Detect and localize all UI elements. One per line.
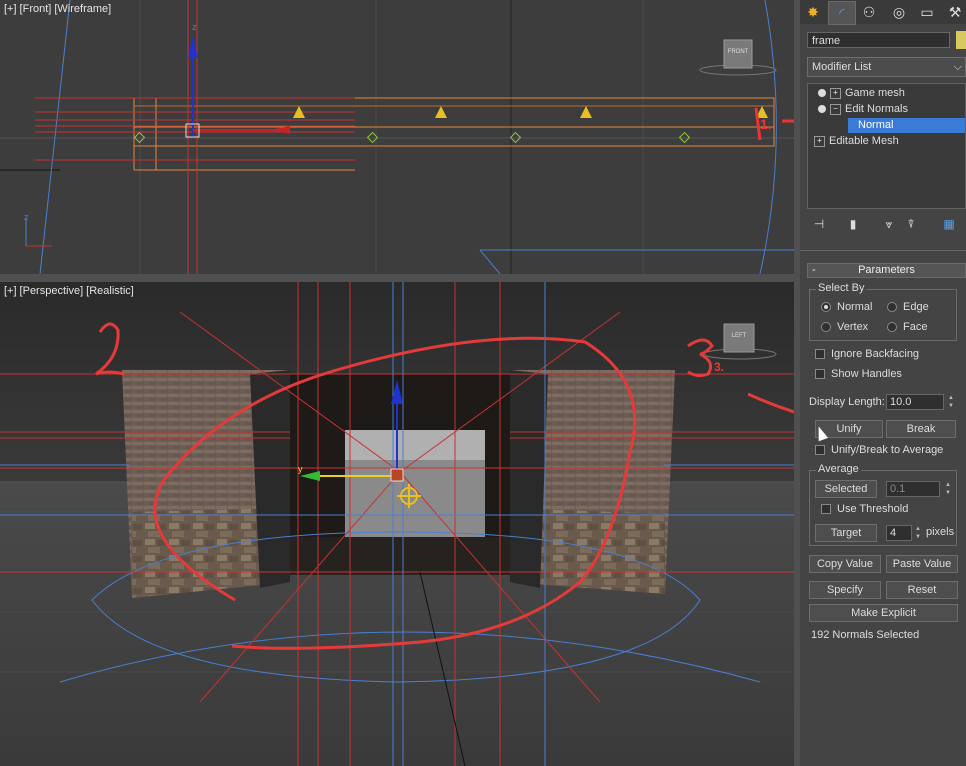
- perspective-viewport-label[interactable]: [+] [Perspective] [Realistic]: [4, 285, 137, 297]
- modifier-list-label: Modifier List: [812, 61, 872, 73]
- make-explicit-button[interactable]: Make Explicit: [809, 604, 958, 622]
- stack-toolbar: ⊣ ▮ ⩔ ⍒ ▦: [807, 214, 966, 236]
- normals-selected-status: 192 Normals Selected: [811, 629, 920, 641]
- average-title: Average: [816, 463, 861, 475]
- annotation-three: 3.: [714, 360, 725, 374]
- ignore-backfacing-label[interactable]: Ignore Backfacing: [831, 348, 919, 360]
- perspective-viewcube-label[interactable]: LEFT: [727, 333, 751, 339]
- display-length-label: Display Length:: [809, 396, 885, 408]
- utilities-tab-icon[interactable]: ⚒: [942, 1, 966, 23]
- viewport-shading-menu[interactable]: [Wireframe]: [54, 3, 111, 15]
- perspective-viewport[interactable]: y [+][Perspective][Realistic] LEFT 2 3.: [0, 282, 794, 766]
- viewport-view-menu[interactable]: [Perspective]: [20, 285, 84, 297]
- average-selected-button[interactable]: Selected: [815, 480, 877, 498]
- display-length-spinner[interactable]: 10.0: [886, 394, 944, 410]
- svg-text:z: z: [192, 22, 197, 32]
- reset-button[interactable]: Reset: [886, 581, 958, 599]
- show-handles-checkbox[interactable]: [815, 369, 825, 379]
- annotation-one: 1.: [760, 116, 772, 132]
- motion-tab-icon[interactable]: ◎: [886, 1, 912, 23]
- unify-break-average-label[interactable]: Unify/Break to Average: [831, 444, 943, 456]
- lightbulb-icon[interactable]: [818, 89, 826, 98]
- use-threshold-checkbox[interactable]: [821, 504, 831, 514]
- parameters-title: Parameters: [858, 264, 915, 276]
- radio-vertex[interactable]: [821, 322, 831, 332]
- copy-value-button[interactable]: Copy Value: [809, 555, 881, 573]
- command-panel-tabs: ✸ ◜ ⚇ ◎ ▭ ⚒: [800, 0, 966, 25]
- front-viewport-label[interactable]: [+] [Front] [Wireframe]: [4, 3, 114, 15]
- display-tab-icon[interactable]: ▭: [914, 1, 940, 23]
- remove-modifier-icon[interactable]: ⍒: [903, 216, 919, 232]
- create-tab-icon[interactable]: ✸: [800, 1, 826, 23]
- stack-item-label: Game mesh: [845, 87, 905, 99]
- pin-stack-icon[interactable]: ⊣: [811, 216, 827, 232]
- average-target-button[interactable]: Target: [815, 524, 877, 542]
- front-viewport[interactable]: z z [+] [Front] [Wireframe] FRONT 1.: [0, 0, 794, 274]
- stack-item-normal[interactable]: Normal: [848, 118, 965, 133]
- radio-normal[interactable]: [821, 302, 831, 312]
- make-unique-icon[interactable]: ⩔: [881, 216, 897, 232]
- stack-item-edit-normals[interactable]: − Edit Normals: [818, 102, 963, 117]
- radio-edge[interactable]: [887, 302, 897, 312]
- command-panel: ✸ ◜ ⚇ ◎ ▭ ⚒ frame Modifier List ⌵ + Game …: [800, 0, 966, 766]
- viewport-plus-menu[interactable]: [+]: [4, 285, 17, 297]
- stack-item-label: Edit Normals: [845, 103, 908, 115]
- unify-break-average-checkbox[interactable]: [815, 445, 825, 455]
- lightbulb-icon[interactable]: [818, 105, 826, 114]
- use-threshold-label[interactable]: Use Threshold: [837, 503, 908, 515]
- radio-vertex-label[interactable]: Vertex: [837, 321, 868, 333]
- select-by-title: Select By: [816, 282, 867, 294]
- modifier-list-dropdown[interactable]: Modifier List ⌵: [807, 57, 966, 77]
- break-button[interactable]: Break: [886, 420, 956, 438]
- parameters-rollout-header[interactable]: - Parameters: [807, 263, 966, 278]
- viewport-divider[interactable]: [0, 274, 794, 282]
- expand-icon[interactable]: +: [814, 135, 825, 147]
- stack-item-game-mesh[interactable]: + Game mesh: [818, 86, 963, 101]
- front-viewport-scene: z z: [0, 0, 794, 274]
- radio-normal-label[interactable]: Normal: [837, 301, 872, 313]
- expand-icon[interactable]: +: [830, 87, 841, 99]
- perspective-viewport-scene: y: [0, 282, 794, 766]
- ignore-backfacing-checkbox[interactable]: [815, 349, 825, 359]
- configure-sets-icon[interactable]: ▦: [941, 216, 957, 232]
- specify-button[interactable]: Specify: [809, 581, 881, 599]
- stack-item-label: Normal: [858, 119, 894, 131]
- radio-face[interactable]: [887, 322, 897, 332]
- stack-item-label: Editable Mesh: [829, 135, 899, 147]
- rollout-collapse-icon[interactable]: -: [812, 264, 816, 277]
- hierarchy-tab-icon[interactable]: ⚇: [856, 1, 882, 23]
- chevron-down-icon: ⌵: [953, 61, 962, 73]
- viewport-plus-menu[interactable]: [+]: [4, 3, 17, 15]
- paste-value-button[interactable]: Paste Value: [886, 555, 958, 573]
- svg-text:y: y: [298, 464, 303, 474]
- viewport-view-menu[interactable]: [Front]: [20, 3, 52, 15]
- spinner-arrows-icon[interactable]: ▲ ▼: [944, 481, 952, 497]
- radio-face-label[interactable]: Face: [903, 321, 927, 333]
- svg-text:z: z: [24, 212, 29, 222]
- viewport-shading-menu[interactable]: [Realistic]: [86, 285, 134, 297]
- radio-edge-label[interactable]: Edge: [903, 301, 929, 313]
- object-color-swatch[interactable]: [956, 31, 966, 49]
- modify-tab-icon[interactable]: ◜: [828, 1, 856, 25]
- show-handles-label[interactable]: Show Handles: [831, 368, 902, 380]
- modifier-stack[interactable]: + Game mesh − Edit Normals Normal + Editabl…: [807, 83, 966, 209]
- show-end-result-icon[interactable]: ▮: [845, 216, 861, 232]
- pixels-label: pixels: [926, 526, 955, 538]
- annotation-two: 2: [6, 282, 7, 283]
- collapse-icon[interactable]: −: [830, 103, 841, 115]
- stack-item-editable-mesh[interactable]: + Editable Mesh: [814, 134, 959, 149]
- average-threshold-spinner[interactable]: 0.1: [886, 481, 940, 497]
- front-viewcube-label[interactable]: FRONT: [726, 49, 750, 55]
- spinner-arrows-icon[interactable]: ▲ ▼: [914, 525, 922, 541]
- select-by-group: Select By: [809, 282, 957, 341]
- panel-separator: [800, 250, 966, 251]
- target-pixels-spinner[interactable]: 4: [886, 525, 912, 541]
- object-name-field[interactable]: frame: [807, 32, 950, 48]
- spinner-arrows-icon[interactable]: ▲ ▼: [947, 394, 955, 410]
